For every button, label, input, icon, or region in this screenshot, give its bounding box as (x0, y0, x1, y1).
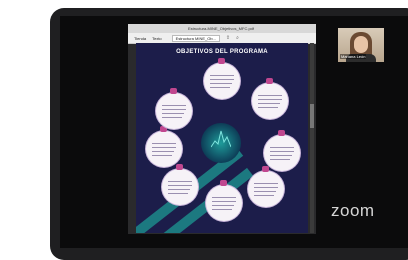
pdf-viewer-window: Estructura-MINE_Objetivos_MFC.pdf Tienda… (128, 24, 316, 234)
objective-icon (176, 164, 183, 170)
zoom-logo: zoom (331, 201, 375, 220)
window-titlebar: Estructura-MINE_Objetivos_MFC.pdf (128, 24, 316, 33)
objective-icon (170, 88, 177, 94)
objective-icon (262, 166, 269, 172)
objective-bubble-1 (204, 58, 240, 99)
objective-bubble-7 (146, 126, 182, 167)
objective-bubble-3 (264, 130, 300, 171)
toolbar-item-1[interactable]: Tienda (134, 36, 146, 41)
search-icon[interactable]: ⌕ (236, 35, 239, 41)
objective-bubble-5 (206, 180, 242, 221)
window-title: Estructura-MINE_Objetivos_MFC.pdf (188, 26, 255, 31)
toolbar-item-2[interactable]: Texto (152, 36, 162, 41)
objective-icon (220, 180, 227, 186)
participant-name: Mariana León (340, 54, 367, 59)
peaks-graphic (211, 130, 231, 148)
objective-bubble-4 (248, 166, 284, 207)
objective-bubble-6 (162, 164, 198, 205)
objective-bubble-8 (156, 88, 192, 129)
objective-icon (278, 130, 285, 136)
participant-video-tile[interactable]: Mariana León (338, 28, 384, 62)
poster-title: OBJETIVOS DEL PROGRAMA (176, 49, 268, 55)
scrollbar-thumb[interactable] (310, 104, 314, 128)
objective-icon (218, 58, 225, 64)
objective-bubble-2 (252, 78, 288, 119)
poster-page: OBJETIVOS DEL PROGRAMA (136, 43, 308, 233)
objective-icon (266, 78, 273, 84)
vertical-scrollbar[interactable] (310, 43, 314, 233)
document-name-field[interactable]: Estructura MINE_Ob... (171, 34, 220, 42)
share-icon[interactable]: ⇪ (226, 35, 230, 41)
